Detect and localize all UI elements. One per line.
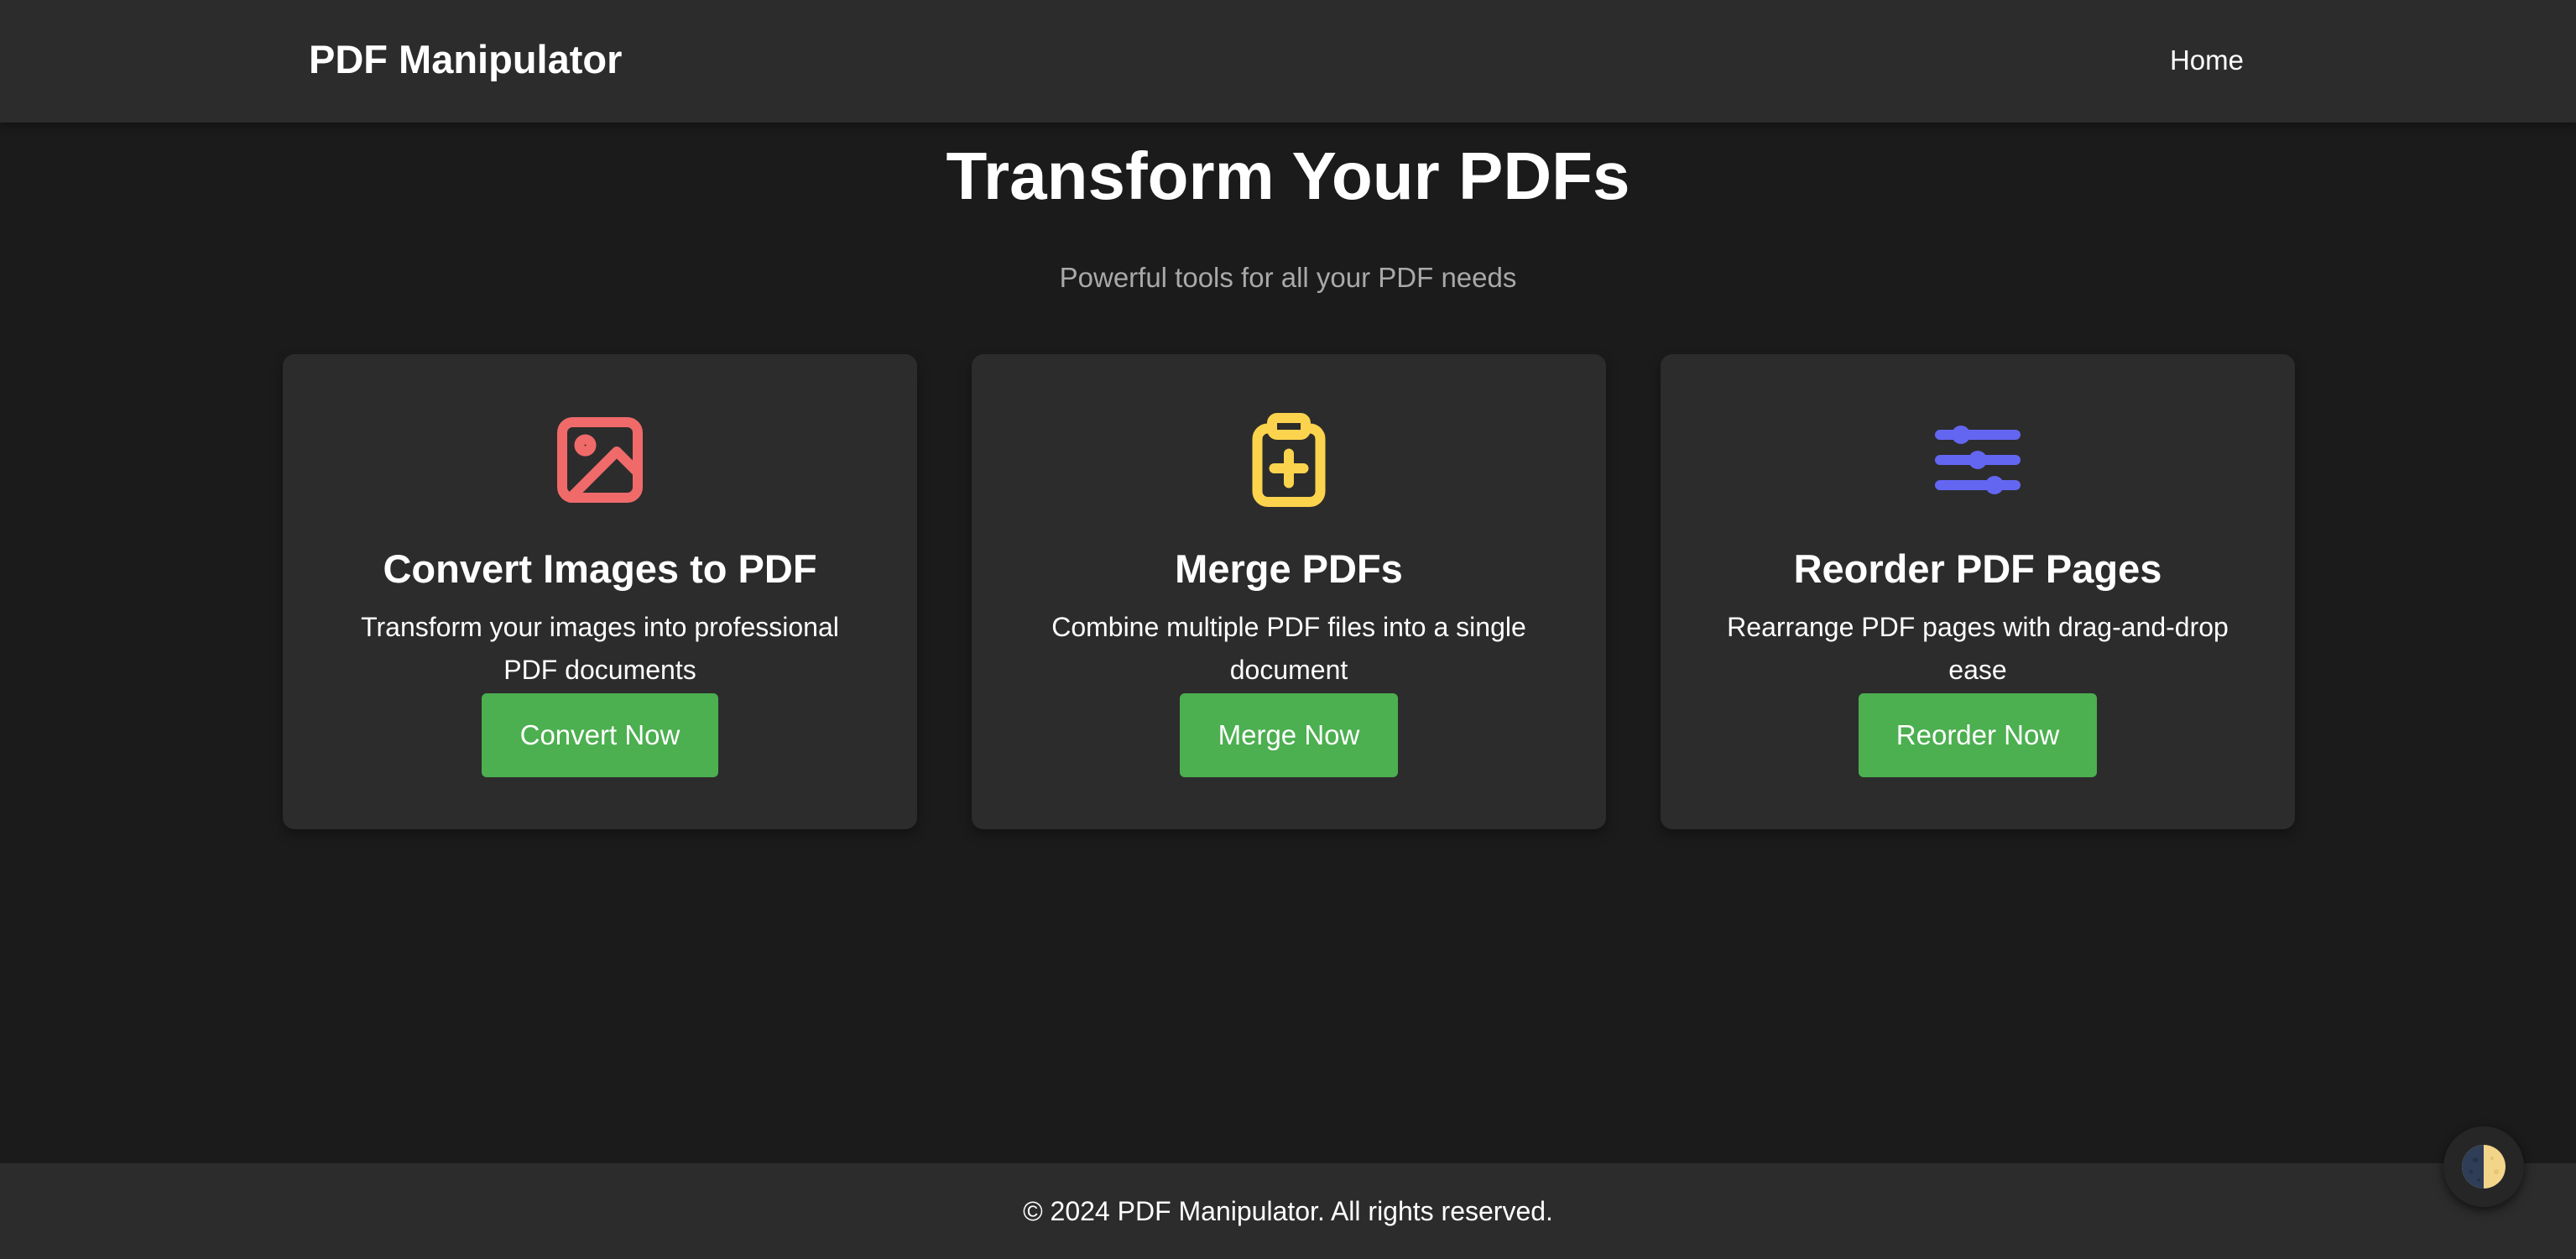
card-merge-pdfs: Merge PDFs Combine multiple PDF files in…	[972, 354, 1606, 829]
sliders-icon	[1927, 410, 2028, 510]
card-reorder-pages: Reorder PDF Pages Rearrange PDF pages wi…	[1661, 354, 2295, 829]
hero-title: Transform Your PDFs	[946, 138, 1630, 213]
card-convert-images: Convert Images to PDF Transform your ima…	[283, 354, 917, 829]
site-footer: © 2024 PDF Manipulator. All rights reser…	[0, 1163, 2576, 1259]
image-icon	[550, 410, 650, 510]
card-title: Reorder PDF Pages	[1793, 546, 2162, 591]
card-description: Combine multiple PDF files into a single…	[1051, 612, 1526, 685]
card-description: Rearrange PDF pages with drag-and-drop e…	[1727, 612, 2229, 685]
card-title: Convert Images to PDF	[383, 546, 817, 591]
reorder-now-button[interactable]: Reorder Now	[1859, 693, 2097, 777]
site-header: PDF Manipulator Home	[0, 0, 2576, 123]
theme-toggle-button[interactable]	[2443, 1126, 2524, 1207]
convert-now-button[interactable]: Convert Now	[482, 693, 718, 777]
card-description: Transform your images into professional …	[361, 612, 839, 685]
card-title: Merge PDFs	[1175, 546, 1403, 591]
copyright-text: © 2024 PDF Manipulator. All rights reser…	[1023, 1196, 1553, 1226]
clipboard-plus-icon	[1238, 410, 1339, 510]
half-moon-icon	[2462, 1145, 2506, 1188]
brand-title[interactable]: PDF Manipulator	[309, 34, 622, 86]
hero-subtitle: Powerful tools for all your PDF needs	[1059, 262, 1517, 293]
nav-link-home[interactable]: Home	[2170, 44, 2244, 77]
merge-now-button[interactable]: Merge Now	[1180, 693, 1398, 777]
